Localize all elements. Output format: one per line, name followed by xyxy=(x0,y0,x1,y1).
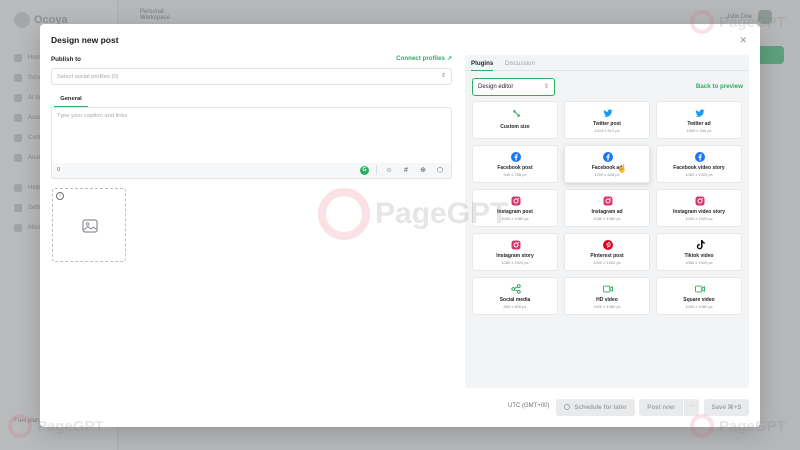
caption-placeholder: Type your caption and links xyxy=(57,113,128,119)
template-size: 1080 x 1920 px xyxy=(685,260,713,265)
back-to-preview-link[interactable]: Back to preview xyxy=(696,83,743,90)
schedule-label: Schedule for later xyxy=(574,404,627,411)
template-card-instagram-video-story[interactable]: Instagram video story 1080 x 1920 px xyxy=(656,189,742,227)
template-card-instagram-story[interactable]: Instagram story 1080 x 1920 px xyxy=(472,233,558,271)
template-size: 1080 x 1920 px xyxy=(685,172,713,177)
ai-assistant-icon[interactable]: ⬡ xyxy=(435,165,445,175)
twitter-icon xyxy=(695,108,705,118)
template-name: Instagram ad xyxy=(591,209,623,215)
caption-toolbar: 0 G ☺ # ⊕ ⬡ xyxy=(51,163,452,179)
save-button[interactable]: Save ⌘+S xyxy=(704,399,749,416)
social-profiles-placeholder: Select social profiles (0) xyxy=(57,74,119,80)
connect-profiles-label[interactable]: Connect profiles xyxy=(396,55,445,62)
timezone-label[interactable]: UTC (GMT+00) xyxy=(508,403,550,409)
grammarly-icon[interactable]: G xyxy=(360,165,369,175)
post-options-button[interactable]: ··· xyxy=(684,399,699,416)
pinterest-icon xyxy=(603,240,613,250)
template-name: Custom size xyxy=(500,124,530,130)
template-card-instagram-ad[interactable]: Instagram ad 1080 x 1080 px xyxy=(564,189,650,227)
template-size: 1600 x 400 px xyxy=(686,128,712,133)
template-card-social-media[interactable]: Social media 800 x 800 px xyxy=(472,277,558,315)
panel-tabs: Plugins Discussion xyxy=(465,55,749,71)
modal-title: Design new post xyxy=(51,35,119,45)
template-size: 940 x 788 px xyxy=(503,172,527,177)
link-shortener-icon[interactable]: ⊕ xyxy=(418,165,428,175)
social-profiles-select[interactable]: Select social profiles (0) ⇕ xyxy=(51,68,452,85)
twitter-icon xyxy=(603,108,613,118)
hashtag-icon[interactable]: # xyxy=(401,165,411,175)
template-size: 1080 x 1920 px xyxy=(685,216,713,221)
template-size: 1080 x 1080 px xyxy=(501,216,529,221)
media-upload-area[interactable]: i xyxy=(52,188,126,262)
instagram-icon xyxy=(511,240,521,250)
tiktok-icon xyxy=(695,240,705,250)
template-name: Facebook ad xyxy=(591,165,623,171)
template-size: 1200 x 628 px xyxy=(594,172,620,177)
chevron-updown-icon: ⇕ xyxy=(440,73,446,79)
template-name: Instagram post xyxy=(497,209,533,215)
template-card-facebook-video-story[interactable]: Facebook video story 1080 x 1920 px xyxy=(656,145,742,183)
character-count: 0 xyxy=(57,167,61,173)
template-size: 1920 x 1080 px xyxy=(593,304,621,309)
instagram-icon xyxy=(695,196,705,206)
image-icon xyxy=(82,219,98,233)
tab-plugins[interactable]: Plugins xyxy=(471,55,493,71)
instagram-icon xyxy=(511,196,521,206)
template-name: Instagram story xyxy=(496,253,534,259)
post-now-button[interactable]: Post now xyxy=(639,399,683,416)
template-size: 1080 x 1920 px xyxy=(501,260,529,265)
template-size: 1024 x 512 px xyxy=(594,128,620,133)
template-name: Instagram video story xyxy=(673,209,725,215)
tab-general[interactable]: General xyxy=(54,94,88,107)
template-name: Social media xyxy=(499,297,531,303)
template-name: Twitter post xyxy=(593,121,621,127)
template-card-facebook-post[interactable]: Facebook post 940 x 788 px xyxy=(472,145,558,183)
video-icon xyxy=(695,284,705,294)
plugins-panel: Plugins Discussion Design editor ⇕ Back … xyxy=(465,55,749,388)
template-size: 1080 x 1080 px xyxy=(685,304,713,309)
design-editor-select[interactable]: Design editor ⇕ xyxy=(472,78,555,96)
share-icon xyxy=(511,284,521,294)
template-name: Twitter ad xyxy=(687,121,711,127)
template-card-facebook-ad[interactable]: Facebook ad 1200 x 628 px ☝ xyxy=(564,145,650,183)
facebook-icon xyxy=(603,152,613,162)
facebook-icon xyxy=(695,152,705,162)
publish-to-label: Publish to xyxy=(51,56,81,63)
template-card-tiktok-video[interactable]: Tiktok video 1080 x 1920 px xyxy=(656,233,742,271)
template-card-square-video[interactable]: Square video 1080 x 1080 px xyxy=(656,277,742,315)
mouse-pointer-icon: ☝ xyxy=(617,164,627,173)
template-size: 800 x 800 px xyxy=(503,304,527,309)
template-size: 1000 x 1500 px xyxy=(593,260,621,265)
design-post-modal: Design new post ✕ Publish to Connect pro… xyxy=(40,24,760,427)
tab-discussion[interactable]: Discussion xyxy=(505,55,535,71)
facebook-icon xyxy=(511,152,521,162)
chevron-updown-icon: ⇕ xyxy=(543,84,549,90)
template-card-instagram-post[interactable]: Instagram post 1080 x 1080 px xyxy=(472,189,558,227)
schedule-for-later-button[interactable]: Schedule for later xyxy=(556,399,635,416)
template-card-custom-size[interactable]: Custom size xyxy=(472,101,558,139)
template-name: Facebook post xyxy=(497,165,533,171)
template-name: Tiktok video xyxy=(684,253,714,259)
template-card-pinterest-post[interactable]: Pinterest post 1000 x 1500 px xyxy=(564,233,650,271)
template-name: Square video xyxy=(683,297,715,303)
connect-profiles-link[interactable]: Connect profiles ↗ xyxy=(390,55,452,62)
template-card-hd-video[interactable]: HD video 1920 x 1080 px xyxy=(564,277,650,315)
template-name: Pinterest post xyxy=(590,253,624,259)
close-icon[interactable]: ✕ xyxy=(739,35,747,45)
video-icon xyxy=(603,284,613,294)
template-name: Facebook video story xyxy=(673,165,725,171)
clock-icon xyxy=(564,404,571,410)
template-card-twitter-post[interactable]: Twitter post 1024 x 512 px xyxy=(564,101,650,139)
emoji-icon[interactable]: ☺ xyxy=(384,165,394,175)
info-icon[interactable]: i xyxy=(56,192,64,200)
toolbar-divider xyxy=(376,165,377,175)
instagram-icon xyxy=(603,196,613,206)
design-editor-value: Design editor xyxy=(478,84,514,90)
template-card-twitter-ad[interactable]: Twitter ad 1600 x 400 px xyxy=(656,101,742,139)
resize-icon xyxy=(511,108,521,118)
template-name: HD video xyxy=(596,297,618,303)
external-link-icon: ↗ xyxy=(446,56,452,62)
template-size: 1080 x 1080 px xyxy=(593,216,621,221)
